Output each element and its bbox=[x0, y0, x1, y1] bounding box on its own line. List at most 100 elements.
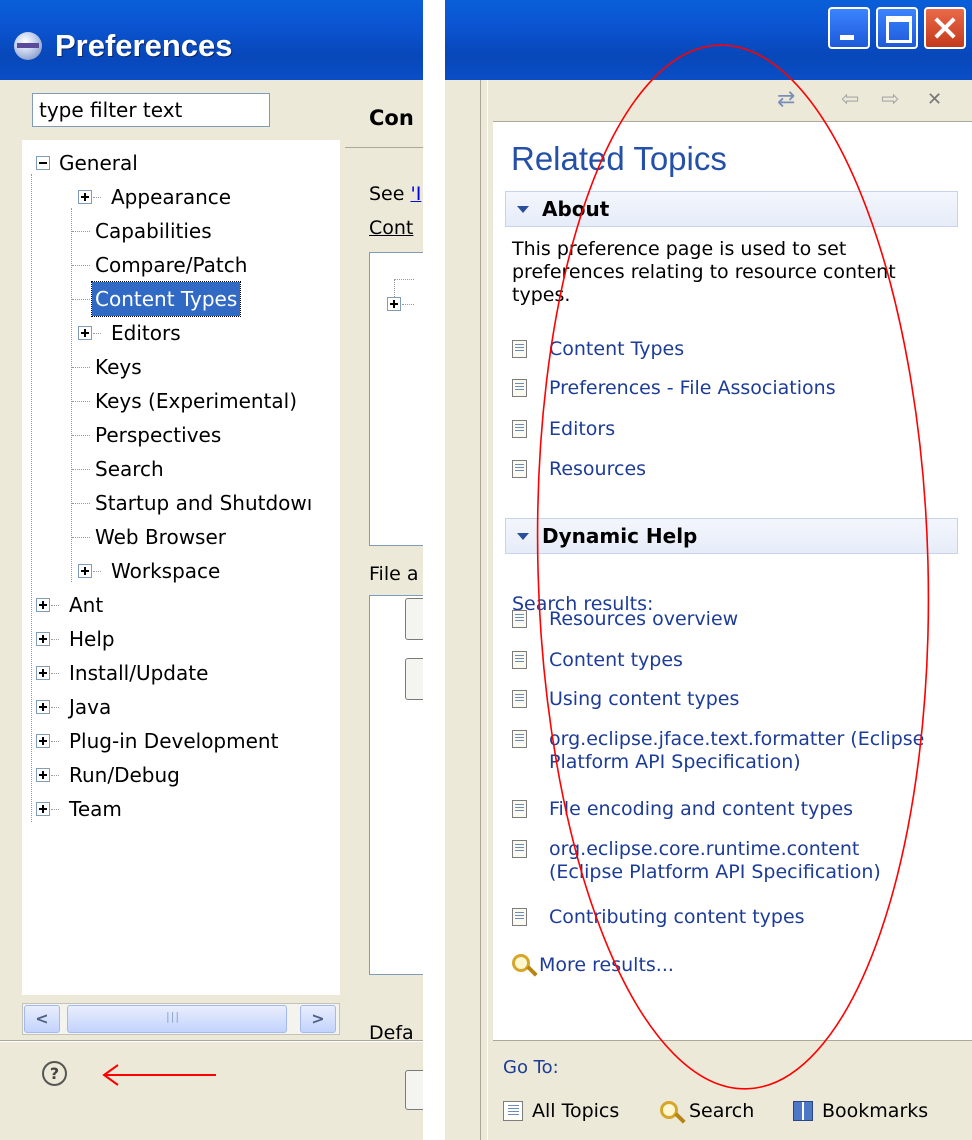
dialog-button[interactable] bbox=[405, 1070, 423, 1110]
topic-label: Resources bbox=[549, 458, 647, 480]
tree-guide bbox=[51, 775, 59, 776]
tree-item-capabilities[interactable]: Capabilities bbox=[72, 214, 215, 248]
tree-item-install-update[interactable]: Install/Update bbox=[36, 656, 211, 690]
preference-tree[interactable]: General Appearance Capabilities Compare/… bbox=[22, 140, 340, 995]
document-icon bbox=[512, 420, 527, 438]
tree-guide bbox=[72, 469, 90, 470]
content-types-tree[interactable] bbox=[369, 252, 423, 546]
tree-item-label: Compare/Patch bbox=[95, 253, 248, 277]
tree-item-appearance[interactable]: Appearance bbox=[78, 180, 234, 214]
dynamic-help-section-header[interactable]: Dynamic Help bbox=[505, 518, 958, 554]
tree-item-search[interactable]: Search bbox=[72, 452, 167, 486]
back-icon[interactable]: ⇦ bbox=[841, 87, 859, 112]
tree-item-editors[interactable]: Editors bbox=[78, 316, 184, 350]
collapse-icon[interactable] bbox=[36, 156, 50, 170]
tree-item-keys[interactable]: Keys bbox=[72, 350, 145, 384]
tree-guide bbox=[72, 537, 90, 538]
tree-horizontal-scrollbar[interactable]: < > bbox=[22, 1003, 340, 1035]
goto-item-label: All Topics bbox=[532, 1100, 620, 1122]
tree-item-workspace[interactable]: Workspace bbox=[78, 554, 223, 588]
tree-guide bbox=[51, 707, 59, 708]
expand-icon[interactable] bbox=[78, 326, 92, 340]
close-button[interactable] bbox=[924, 7, 966, 49]
expand-icon[interactable] bbox=[78, 564, 92, 578]
add-association-button[interactable] bbox=[405, 598, 423, 640]
forward-icon[interactable]: ⇨ bbox=[881, 87, 899, 112]
tree-guide bbox=[72, 231, 90, 232]
tree-item-perspectives[interactable]: Perspectives bbox=[72, 418, 224, 452]
sync-icon[interactable]: ⇄ bbox=[777, 87, 795, 112]
more-results-label: More results... bbox=[539, 954, 674, 976]
tree-item-label: Search bbox=[95, 457, 164, 481]
expand-icon[interactable] bbox=[36, 734, 50, 748]
tree-item-label: General bbox=[59, 151, 138, 175]
remove-association-button[interactable] bbox=[405, 658, 423, 700]
tree-item-web-browser[interactable]: Web Browser bbox=[72, 520, 229, 554]
document-icon bbox=[512, 379, 527, 397]
expand-icon[interactable] bbox=[387, 297, 401, 311]
tree-item-label: Help bbox=[69, 627, 115, 651]
scroll-left-button[interactable]: < bbox=[24, 1005, 60, 1033]
close-view-icon[interactable]: ✕ bbox=[927, 89, 942, 110]
minimize-button[interactable] bbox=[828, 7, 870, 49]
content-types-label: Cont bbox=[369, 217, 414, 239]
tree-item-label: Appearance bbox=[111, 185, 232, 209]
expand-icon[interactable] bbox=[36, 666, 50, 680]
tree-item-run-debug[interactable]: Run/Debug bbox=[36, 758, 183, 792]
topic-label: Using content types bbox=[549, 688, 740, 710]
tree-item-ant[interactable]: Ant bbox=[36, 588, 106, 622]
expand-icon[interactable] bbox=[78, 190, 92, 204]
expand-icon[interactable] bbox=[36, 632, 50, 646]
document-icon bbox=[512, 610, 527, 628]
about-section-header[interactable]: About bbox=[505, 191, 958, 227]
pane-divider[interactable] bbox=[480, 80, 488, 1140]
document-icon bbox=[512, 690, 527, 708]
filter-input[interactable] bbox=[32, 93, 270, 127]
tree-item-help[interactable]: Help bbox=[36, 622, 118, 656]
tree-item-general[interactable]: General bbox=[36, 146, 141, 180]
preferences-titlebar[interactable]: Preferences bbox=[0, 0, 423, 80]
preference-page: Con See 'I Cont File a Defa bbox=[345, 90, 423, 1050]
maximize-button[interactable] bbox=[876, 7, 918, 49]
tree-item-label: Java bbox=[69, 695, 112, 719]
collapse-triangle-icon bbox=[517, 533, 529, 540]
scroll-right-button[interactable]: > bbox=[300, 1005, 336, 1033]
expand-icon[interactable] bbox=[36, 802, 50, 816]
bookmarks-icon bbox=[793, 1101, 813, 1121]
tree-guide bbox=[51, 605, 59, 606]
topic-label: Content Types bbox=[549, 338, 685, 360]
file-associations-list[interactable] bbox=[369, 595, 423, 975]
eclipse-icon bbox=[14, 32, 42, 60]
tree-item-compare-patch[interactable]: Compare/Patch bbox=[72, 248, 250, 282]
document-icon bbox=[512, 651, 527, 669]
tree-guide bbox=[72, 435, 90, 436]
expand-icon[interactable] bbox=[36, 598, 50, 612]
tree-guide bbox=[93, 571, 101, 572]
see-text: See 'I bbox=[369, 183, 421, 205]
tree-guide bbox=[93, 333, 101, 334]
tree-item-team[interactable]: Team bbox=[36, 792, 125, 826]
expand-icon[interactable] bbox=[36, 768, 50, 782]
document-icon bbox=[512, 908, 527, 926]
tree-guide bbox=[72, 401, 90, 402]
help-button[interactable]: ? bbox=[42, 1061, 67, 1086]
tree-item-plugin-development[interactable]: Plug-in Development bbox=[36, 724, 281, 758]
tree-item-label: Plug-in Development bbox=[69, 729, 279, 753]
tree-item-content-types[interactable]: Content Types bbox=[72, 281, 242, 317]
tree-item-label: Ant bbox=[69, 593, 104, 617]
goto-item-label: Bookmarks bbox=[822, 1100, 929, 1122]
tree-guide bbox=[402, 304, 414, 305]
tree-item-label: Keys (Experimental) bbox=[95, 389, 298, 413]
tree-item-label: Startup and Shutdowı bbox=[95, 491, 313, 515]
all-topics-icon bbox=[503, 1101, 523, 1121]
see-link[interactable]: 'I bbox=[411, 183, 422, 205]
tree-item-label: Content Types bbox=[90, 281, 242, 317]
expand-icon[interactable] bbox=[36, 700, 50, 714]
tree-guide bbox=[51, 639, 59, 640]
tree-item-startup-shutdown[interactable]: Startup and Shutdowı bbox=[72, 486, 315, 520]
help-titlebar[interactable] bbox=[445, 0, 972, 80]
tree-item-keys-experimental[interactable]: Keys (Experimental) bbox=[72, 384, 300, 418]
window-title: Preferences bbox=[55, 28, 233, 63]
scroll-thumb[interactable] bbox=[67, 1005, 287, 1033]
tree-item-java[interactable]: Java bbox=[36, 690, 114, 724]
